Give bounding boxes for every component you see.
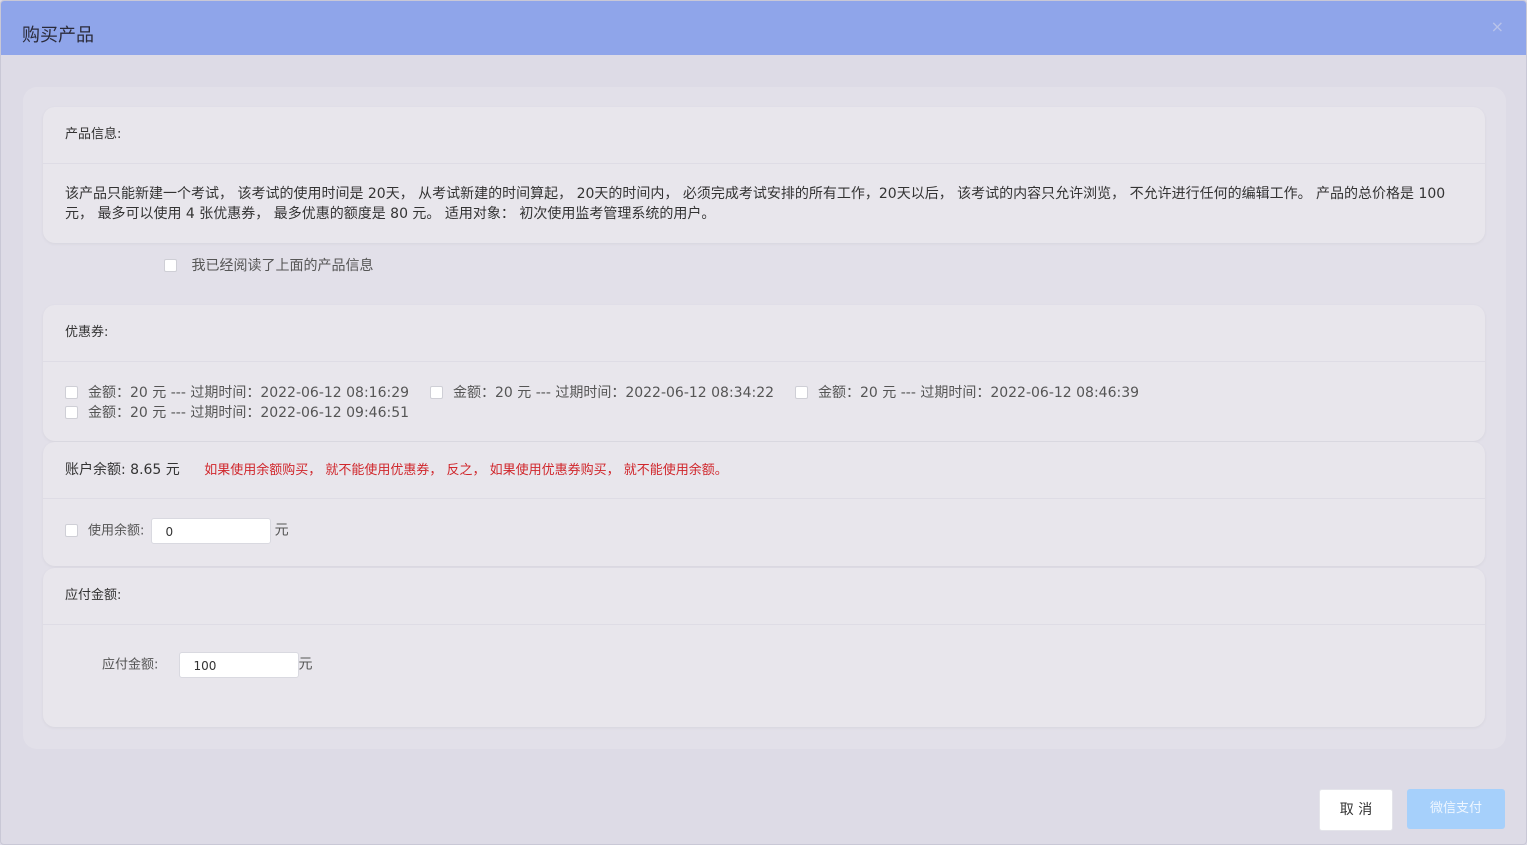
dialog-title: 购买产品 <box>22 25 94 46</box>
coupon-label: 金额：20 元 --- 过期时间：2022-06-12 09:46:51 <box>88 405 410 421</box>
coupon-label: 金额：20 元 --- 过期时间：2022-06-12 08:46:39 <box>818 385 1140 401</box>
coupon-checkbox[interactable] <box>65 405 78 419</box>
dialog-header: 购买产品 × <box>1 1 1526 55</box>
read-confirm-label: 我已经阅读了上面的产品信息 <box>191 258 374 274</box>
coupon-checkbox[interactable] <box>65 385 78 399</box>
product-info-heading: 产品信息: <box>43 107 1485 164</box>
balance-heading-row: 账户余额: 8.65 元 如果使用余额购买， 就不能使用优惠券， 反之， 如果使… <box>43 442 1485 499</box>
coupon-label: 金额：20 元 --- 过期时间：2022-06-12 08:34:22 <box>453 385 775 401</box>
use-balance-checkbox[interactable] <box>65 523 78 537</box>
payable-unit: 元 <box>298 656 313 673</box>
coupon-item[interactable]: 金额：20 元 --- 过期时间：2022-06-12 08:16:29 <box>65 382 409 402</box>
coupon-item[interactable]: 金额：20 元 --- 过期时间：2022-06-12 09:46:51 <box>65 402 409 422</box>
coupon-label: 金额：20 元 --- 过期时间：2022-06-12 08:16:29 <box>88 385 410 401</box>
coupon-checkbox[interactable] <box>430 385 443 399</box>
use-balance-unit: 元 <box>274 522 289 539</box>
payable-card: 应付金额: 应付金额: 100 元 <box>43 568 1485 727</box>
read-confirm-row: 我已经阅读了上面的产品信息 <box>164 255 373 275</box>
read-confirm-checkbox[interactable] <box>164 258 177 272</box>
balance-card: 账户余额: 8.65 元 如果使用余额购买， 就不能使用优惠券， 反之， 如果使… <box>43 442 1485 566</box>
wechat-pay-button[interactable]: 微信支付 <box>1407 789 1505 829</box>
coupon-checkbox[interactable] <box>795 385 808 399</box>
product-info-line-2: 元， 最多可以使用 4 张优惠券， 最多优惠的额度是 80 元。 适用对象： 初… <box>65 206 716 222</box>
payable-label: 应付金额: <box>102 657 159 673</box>
close-icon[interactable]: × <box>1491 19 1504 35</box>
coupons-card: 优惠券: 金额：20 元 --- 过期时间：2022-06-12 08:16:2… <box>43 305 1485 441</box>
coupons-heading: 优惠券: <box>43 305 1485 362</box>
balance-warning: 如果使用余额购买， 就不能使用优惠券， 反之， 如果使用优惠券购买， 就不能使用… <box>204 463 728 478</box>
coupon-item[interactable]: 金额：20 元 --- 过期时间：2022-06-12 08:46:39 <box>795 382 1139 402</box>
payable-row: 应付金额: 100 元 <box>102 652 313 678</box>
use-balance-row: 使用余额: 0 元 <box>65 518 289 544</box>
product-info-line-1: 该产品只能新建一个考试， 该考试的使用时间是 20天， 从考试新建的时间算起， … <box>65 186 1446 202</box>
coupon-item[interactable]: 金额：20 元 --- 过期时间：2022-06-12 08:34:22 <box>430 382 774 402</box>
product-info-card: 产品信息: 该产品只能新建一个考试， 该考试的使用时间是 20天， 从考试新建的… <box>43 107 1485 243</box>
balance-heading: 账户余额: 8.65 元 <box>65 462 180 478</box>
use-balance-label: 使用余额: <box>88 523 145 539</box>
purchase-dialog: 购买产品 × 产品信息: 该产品只能新建一个考试， 该考试的使用时间是 20天，… <box>0 0 1527 845</box>
payable-input[interactable]: 100 <box>178 652 299 678</box>
use-balance-input[interactable]: 0 <box>150 518 271 544</box>
cancel-button[interactable]: 取 消 <box>1319 789 1393 831</box>
purchase-form: 产品信息: 该产品只能新建一个考试， 该考试的使用时间是 20天， 从考试新建的… <box>23 87 1506 749</box>
payable-heading: 应付金额: <box>43 568 1485 625</box>
